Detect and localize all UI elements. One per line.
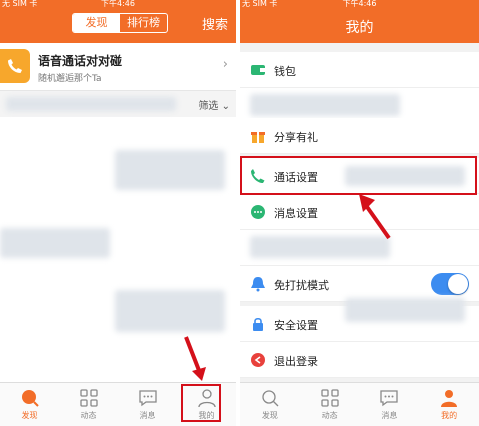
blurred-content — [115, 290, 225, 332]
tab-label: 发现 — [261, 411, 278, 420]
blurred-content — [0, 228, 110, 258]
chat-icon — [138, 390, 157, 407]
tab-label: 消息 — [381, 411, 398, 420]
status-bar: 无 SIM 卡 下午4:46 — [240, 0, 479, 9]
tab-label: 动态 — [321, 411, 338, 420]
logout-icon — [251, 353, 265, 367]
blurred-content — [115, 150, 225, 190]
search-button[interactable]: 搜索 — [202, 14, 228, 33]
dnd-toggle[interactable] — [431, 273, 469, 295]
tab-messages[interactable]: 消息 — [360, 383, 420, 426]
tab-messages[interactable]: 消息 — [118, 383, 177, 426]
phone-icon — [0, 49, 30, 83]
blurred-content — [250, 94, 400, 116]
lock-icon — [253, 317, 263, 331]
tab-me[interactable]: 我的 — [419, 383, 479, 426]
voice-match-card[interactable]: 语音通话对对碰 随机邂逅那个Ta › — [0, 43, 236, 91]
nav-bar: 我的 — [240, 9, 479, 43]
menu-label: 安全设置 — [274, 319, 318, 332]
tab-discover-bottom[interactable]: 发现 — [240, 383, 300, 426]
card-subtitle: 随机邂逅那个Ta — [38, 74, 102, 84]
tab-label: 消息 — [139, 411, 156, 420]
menu-dnd: 免打扰模式 — [240, 266, 479, 302]
menu-label: 分享有礼 — [274, 131, 318, 144]
filter-label: 筛选 — [198, 101, 219, 112]
highlight-box — [240, 156, 477, 195]
pointer-arrow-icon — [184, 336, 206, 381]
profile-screen: 无 SIM 卡 下午4:46 我的 钱包 分享有礼 通话设置 消息设置 免打扰模… — [240, 0, 479, 426]
chat-icon — [380, 390, 399, 407]
blurred-content — [345, 298, 465, 322]
tab-rank[interactable]: 排行榜 — [120, 14, 167, 32]
blurred-content — [6, 97, 176, 111]
highlight-box — [181, 384, 221, 422]
tab-feed[interactable]: 动态 — [300, 383, 360, 426]
menu-label: 消息设置 — [274, 207, 318, 220]
page-title: 我的 — [345, 20, 374, 36]
filter-row: 筛选 ⌄ — [0, 91, 236, 117]
menu-label: 钱包 — [274, 65, 296, 78]
menu-logout[interactable]: 退出登录 — [240, 342, 479, 378]
message-icon — [251, 205, 265, 219]
menu-share[interactable]: 分享有礼 — [240, 118, 479, 154]
pointer-arrow-icon — [359, 194, 391, 240]
grid-icon — [79, 389, 98, 407]
wallet-icon — [251, 65, 265, 75]
tab-discover-bottom[interactable]: 发现 — [0, 383, 59, 426]
tab-label: 动态 — [80, 411, 97, 420]
segmented-control: 发现 排行榜 — [72, 13, 168, 33]
tab-discover[interactable]: 发现 — [73, 14, 120, 32]
tab-label: 发现 — [21, 411, 38, 420]
card-title: 语音通话对对碰 — [38, 54, 123, 68]
menu-security[interactable]: 安全设置 — [240, 298, 479, 342]
nav-bar: 发现 排行榜 搜索 — [0, 9, 236, 43]
tab-bar: 发现 动态 消息 我的 — [240, 382, 479, 426]
tab-label: 我的 — [441, 411, 458, 420]
status-time: 下午4:46 — [101, 0, 135, 8]
search-icon — [262, 390, 279, 407]
menu-wallet[interactable]: 钱包 — [240, 52, 479, 88]
chevron-right-icon: › — [222, 57, 228, 72]
discover-screen: 无 SIM 卡 下午4:46 发现 排行榜 搜索 语音通话对对碰 随机邂逅那个T… — [0, 0, 236, 426]
menu-label: 免打扰模式 — [274, 279, 329, 292]
status-time: 下午4:46 — [342, 0, 377, 8]
toggle-knob — [448, 274, 468, 294]
gift-icon — [251, 132, 265, 143]
discover-icon — [21, 390, 39, 407]
menu-label: 退出登录 — [274, 355, 318, 368]
bell-icon — [251, 277, 265, 292]
tab-feed[interactable]: 动态 — [59, 383, 118, 426]
person-icon — [441, 390, 458, 407]
status-bar: 无 SIM 卡 下午4:46 — [0, 0, 236, 9]
filter-button[interactable]: 筛选 ⌄ — [198, 97, 230, 112]
grid-icon — [320, 389, 339, 407]
